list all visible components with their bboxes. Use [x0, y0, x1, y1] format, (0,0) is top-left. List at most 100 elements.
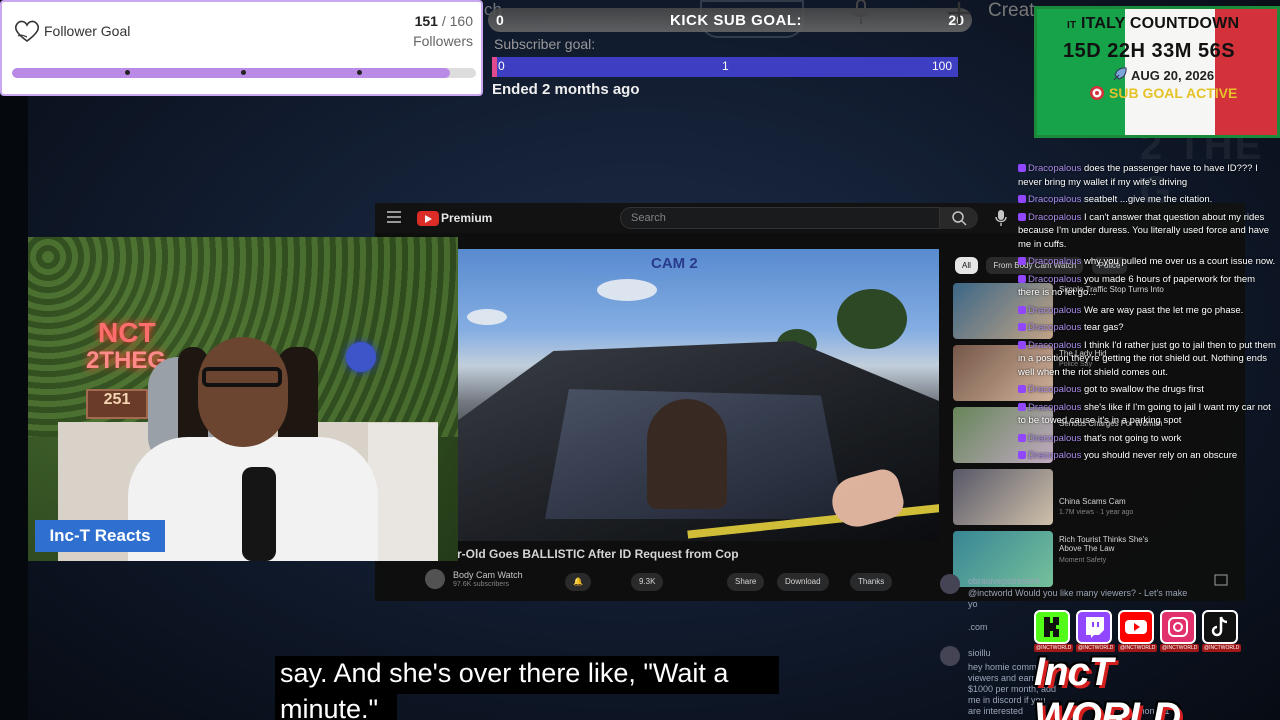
create-button-partial: Creat	[988, 0, 1035, 21]
driver	[647, 399, 727, 509]
countdown-status: SUB GOAL ACTIVE	[1109, 85, 1238, 101]
copy-icon[interactable]	[1214, 574, 1228, 588]
download-button[interactable]: Download	[777, 573, 829, 591]
recommendation-meta: Moment Safety	[1059, 557, 1107, 564]
webcam-feed: NCT 2THEG 251	[28, 237, 458, 561]
glasses	[202, 367, 282, 387]
chat-username: Dracopalous	[1028, 304, 1082, 316]
chat-username: Dracopalous	[1028, 450, 1082, 461]
cloud	[467, 309, 507, 325]
recommendation-title[interactable]: Rich Tourist Thinks She's Above The Law	[1059, 535, 1169, 553]
chat-text: you should never rely on an obscure	[1083, 450, 1238, 461]
follower-separator: /	[441, 13, 446, 29]
neon-sign-line1: NCT	[98, 317, 156, 348]
twitch-icon	[1018, 305, 1026, 314]
share-button[interactable]: Share	[727, 573, 765, 591]
tiktok-icon	[1202, 610, 1238, 644]
twitch-icon	[1018, 451, 1026, 459]
subscriber-goal-label: Subscriber goal:	[494, 36, 596, 52]
twitch-icon	[1018, 212, 1026, 221]
microphone	[242, 467, 276, 561]
number-sign: 251	[86, 389, 148, 419]
subscriber-goal-bar: 0 1 100	[492, 57, 958, 77]
brand-logo: IncT WORLD	[1034, 650, 1181, 720]
voice-search-icon[interactable]	[993, 209, 1009, 227]
shelf-panel	[368, 423, 438, 561]
live-chat-user: obrasivepotresent	[968, 576, 1040, 586]
subscriber-goal-fill	[492, 57, 497, 77]
microphone-icon	[852, 0, 870, 24]
progress-marker	[357, 70, 362, 75]
rocket-icon	[1113, 67, 1127, 81]
camera-label: CAM 2	[651, 255, 698, 272]
follower-target: 160	[449, 13, 473, 29]
twitch-icon	[1018, 402, 1026, 411]
follower-goal-widget: Follower Goal 151 / 160 Followers	[0, 0, 483, 96]
progress-marker	[241, 70, 246, 75]
caption-line-2: minute."	[280, 694, 379, 720]
chat-username: Dracopalous	[1028, 339, 1082, 351]
follower-progress-fill	[12, 68, 451, 78]
tree	[837, 289, 907, 349]
twitch-icon	[1018, 195, 1026, 203]
twitch-icon	[1018, 274, 1026, 283]
chat-message: Dracopalous We are way past the let me g…	[1018, 304, 1276, 318]
bell-icon[interactable]: 🔔	[565, 573, 591, 591]
cloud	[597, 279, 657, 301]
recommendation-title[interactable]: China Scams Cam	[1059, 497, 1169, 506]
chat-user-avatar	[940, 574, 960, 594]
chat-message: Dracopalous I think I'd rather just go t…	[1018, 339, 1276, 380]
caption-line-1: say. And she's over there like, "Wait a	[280, 658, 729, 688]
chat-message: Dracopalous you should never rely on an …	[1018, 449, 1276, 463]
video-title: r-Old Goes BALLISTIC After ID Request fr…	[457, 547, 739, 561]
chat-message: Dracopalous why you pulled me over us a …	[1018, 255, 1276, 269]
channel-name[interactable]: Body Cam Watch	[453, 570, 523, 580]
twitch-icon	[1018, 323, 1026, 331]
kick-goal-title: KICK SUB GOAL:	[670, 12, 802, 29]
chat-username: Dracopalous	[1028, 432, 1082, 444]
streamer-head	[198, 337, 288, 447]
youtube-icon	[1118, 610, 1154, 644]
italy-countdown-widget: IT ITALY COUNTDOWN 15D 22H 33M 56S AUG 2…	[1034, 6, 1280, 138]
video-player[interactable]: CAM 2	[457, 249, 939, 541]
youtube-logo-icon[interactable]	[417, 211, 439, 226]
chat-overlay: Dracopalous does the passenger have to h…	[1018, 162, 1276, 467]
heart-icon	[14, 20, 40, 42]
chat-text: got to swallow the drugs first	[1083, 384, 1204, 395]
follower-unit: Followers	[413, 33, 473, 49]
search-button[interactable]	[940, 207, 978, 229]
chat-username: Dracopalous	[1028, 163, 1082, 174]
chat-user-avatar	[940, 646, 960, 666]
blue-lamp	[346, 342, 376, 372]
chip-all[interactable]: All	[955, 257, 978, 274]
chat-username: Dracopalous	[1028, 194, 1082, 205]
chat-username: Dracopalous	[1028, 273, 1082, 285]
countdown-title: IT ITALY COUNTDOWN	[1067, 15, 1239, 33]
chat-message: Dracopalous got to swallow the drugs fir…	[1018, 383, 1276, 397]
follower-goal-title: Follower Goal	[44, 23, 131, 39]
channel-avatar[interactable]	[425, 569, 445, 589]
channel-subscribers: 97.6K subscribers	[453, 581, 510, 588]
chat-username: Dracopalous	[1028, 211, 1082, 223]
twitch-icon	[1018, 433, 1026, 442]
like-button[interactable]: 9.3K	[631, 573, 664, 591]
subscriber-goal-status: Ended 2 months ago	[492, 81, 640, 98]
youtube-search-input[interactable]: Search	[620, 207, 940, 229]
twitch-icon	[1076, 610, 1112, 644]
twitch-icon	[1018, 340, 1026, 349]
subscriber-goal-current: 1	[722, 59, 729, 73]
follower-goal-count: 151 / 160	[415, 13, 473, 29]
hamburger-menu-icon[interactable]	[387, 211, 401, 223]
twitch-icon	[1018, 164, 1026, 172]
recommendation-thumbnail[interactable]	[953, 469, 1053, 525]
chat-username: Dracopalous	[1028, 401, 1082, 413]
live-chat-message: @inctworld Would you like many viewers? …	[968, 588, 1188, 609]
kick-icon	[1034, 610, 1070, 644]
twitch-icon	[1018, 257, 1026, 265]
chat-text: tear gas?	[1083, 322, 1124, 333]
follower-progress-bar	[12, 68, 476, 78]
chat-message: Dracopalous seatbelt ...give me the cita…	[1018, 193, 1276, 207]
thanks-button[interactable]: Thanks	[850, 573, 893, 591]
countdown-timer: 15D 22H 33M 56S	[1063, 40, 1236, 62]
subscriber-goal-min: 0	[498, 59, 505, 73]
